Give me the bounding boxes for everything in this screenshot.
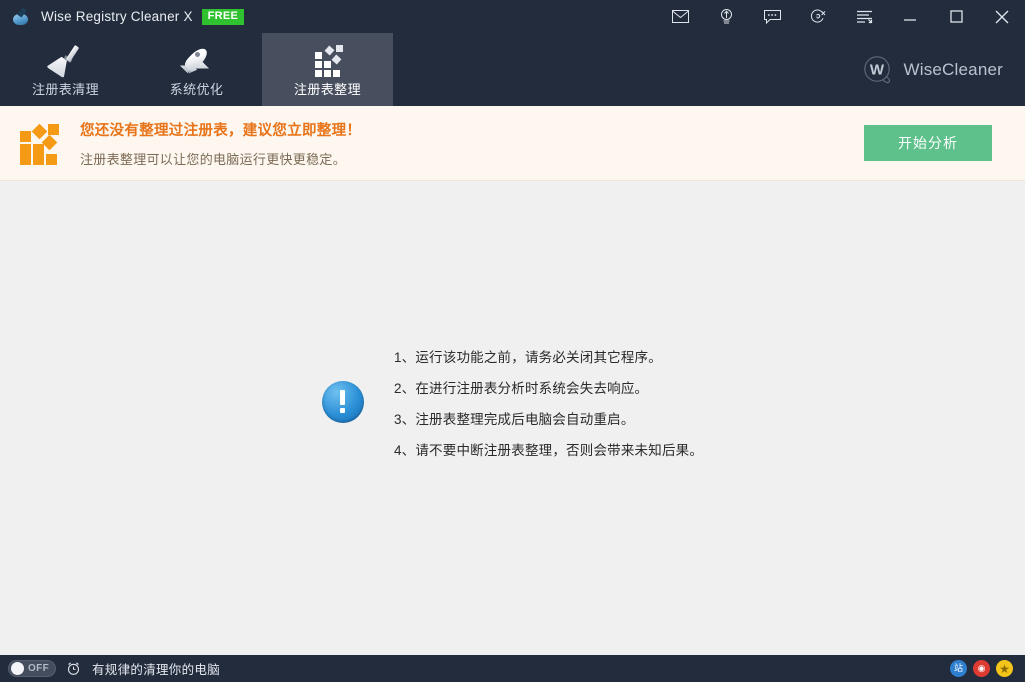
defrag-grid-icon xyxy=(305,44,351,76)
menu-icon[interactable] xyxy=(841,0,887,33)
alarm-clock-icon[interactable] xyxy=(66,661,81,676)
wisecleaner-mark-icon: W xyxy=(863,55,897,85)
main-content: 1、运行该功能之前，请务必关闭其它程序。 2、在进行注册表分析时系统会失去响应。… xyxy=(0,181,1025,655)
minimize-button[interactable] xyxy=(887,0,933,33)
banner-subtitle: 注册表整理可以让您的电脑运行更快更稳定。 xyxy=(80,149,864,168)
banner-text: 您还没有整理过注册表，建议您立即整理！ 注册表整理可以让您的电脑运行更快更稳定。 xyxy=(80,119,864,168)
tabbar-spacer xyxy=(393,33,863,106)
tab-label: 系统优化 xyxy=(170,79,224,98)
tab-system-optimize[interactable]: 系统优化 xyxy=(131,33,262,106)
free-badge: FREE xyxy=(202,9,245,25)
tab-registry-cleaner[interactable]: 注册表清理 xyxy=(0,33,131,106)
alert-banner: 您还没有整理过注册表，建议您立即整理！ 注册表整理可以让您的电脑运行更快更稳定。… xyxy=(0,106,1025,181)
list-item: 3、注册表整理完成后电脑会自动重启。 xyxy=(394,408,703,428)
close-button[interactable] xyxy=(979,0,1025,33)
defrag-blocks-icon xyxy=(16,121,62,165)
schedule-toggle[interactable]: OFF xyxy=(8,660,56,677)
app-window: Wise Registry Cleaner X FREE xyxy=(0,0,1025,682)
site-tray-icon[interactable]: 站 xyxy=(950,660,967,677)
tab-bar: 注册表清理 系统优化 注册表整理 W xyxy=(0,33,1025,106)
info-exclamation-icon xyxy=(322,381,364,423)
app-title: Wise Registry Cleaner X xyxy=(41,9,193,24)
brand-name: WiseCleaner xyxy=(903,60,1003,80)
tab-registry-defrag[interactable]: 注册表整理 xyxy=(262,33,393,106)
maximize-button[interactable] xyxy=(933,0,979,33)
title-bar: Wise Registry Cleaner X FREE xyxy=(0,0,1025,33)
logo-letter: W xyxy=(870,61,885,78)
status-bar: OFF 有规律的清理你的电脑 站 ◉ ★ xyxy=(0,655,1025,682)
start-analysis-button[interactable]: 开始分析 xyxy=(864,125,992,161)
brand-logo: W WiseCleaner xyxy=(863,33,1003,106)
broom-icon xyxy=(43,44,89,76)
toggle-knob xyxy=(11,662,24,675)
rocket-icon xyxy=(174,44,220,76)
tray-icons: 站 ◉ ★ xyxy=(950,660,1013,677)
favorite-tray-icon[interactable]: ★ xyxy=(996,660,1013,677)
list-item: 2、在进行注册表分析时系统会失去响应。 xyxy=(394,377,703,397)
tab-label: 注册表整理 xyxy=(294,79,361,98)
banner-title: 您还没有整理过注册表，建议您立即整理！ xyxy=(80,119,864,140)
notice-block: 1、运行该功能之前，请务必关闭其它程序。 2、在进行注册表分析时系统会失去响应。… xyxy=(322,346,703,459)
titlebar-buttons xyxy=(657,0,1025,33)
weibo-tray-icon[interactable]: ◉ xyxy=(973,660,990,677)
comment-icon[interactable] xyxy=(749,0,795,33)
status-text: 有规律的清理你的电脑 xyxy=(92,659,220,678)
notice-list: 1、运行该功能之前，请务必关闭其它程序。 2、在进行注册表分析时系统会失去响应。… xyxy=(394,346,703,459)
feedback-icon[interactable] xyxy=(703,0,749,33)
tab-label: 注册表清理 xyxy=(32,79,99,98)
mail-icon[interactable] xyxy=(657,0,703,33)
support-icon[interactable] xyxy=(795,0,841,33)
app-icon xyxy=(12,8,30,26)
list-item: 4、请不要中断注册表整理，否则会带来未知后果。 xyxy=(394,439,703,459)
list-item: 1、运行该功能之前，请务必关闭其它程序。 xyxy=(394,346,703,366)
toggle-state-label: OFF xyxy=(28,663,49,674)
